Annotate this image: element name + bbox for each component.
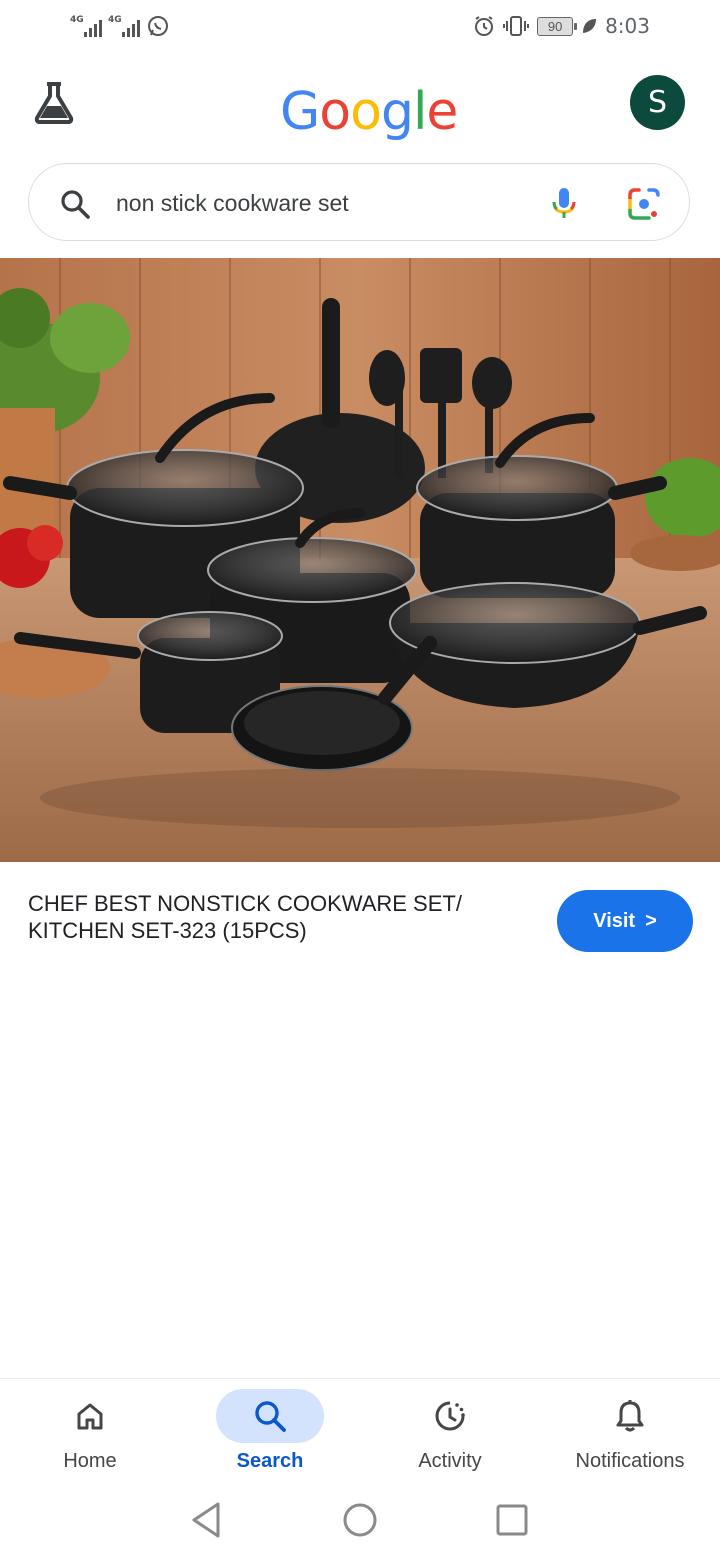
status-right: 90 8:03: [473, 14, 650, 38]
nav-label-search: Search: [236, 1450, 304, 1472]
visit-label: Visit: [593, 909, 636, 932]
product-image[interactable]: [0, 258, 720, 862]
logo-letter-o1: o: [319, 82, 351, 142]
nav-item-activity[interactable]: Activity: [360, 1379, 540, 1491]
search-input[interactable]: non stick cookware set: [116, 190, 349, 217]
signal-icon: 4G: [70, 15, 102, 37]
signal-icon-2: 4G: [108, 15, 140, 37]
search-icon: [255, 1401, 286, 1432]
search-box[interactable]: non stick cookware set: [28, 163, 690, 241]
alarm-icon: [475, 16, 494, 36]
bottom-navigation: Home Search Activity Notifications: [0, 1378, 720, 1491]
logo-letter-g: G: [280, 82, 320, 142]
battery-indicator: 90: [537, 16, 578, 36]
google-logo[interactable]: Google: [280, 82, 458, 142]
nav-label-notifications: Notifications: [575, 1450, 685, 1472]
network-type-1: 4G: [70, 15, 84, 25]
system-navigation-bar: [0, 1490, 720, 1560]
nav-item-search[interactable]: Search: [180, 1379, 360, 1491]
nav-item-home[interactable]: Home: [0, 1379, 180, 1491]
avatar[interactable]: S: [630, 75, 685, 130]
status-left: 4G 4G: [70, 14, 170, 38]
visit-button[interactable]: Visit >: [557, 890, 693, 952]
recents-icon[interactable]: [494, 1500, 530, 1540]
nav-label-activity: Activity: [418, 1450, 482, 1472]
clock: 8:03: [605, 14, 650, 38]
avatar-initial: S: [647, 85, 668, 120]
search-icon: [61, 190, 90, 219]
labs-flask-icon[interactable]: [30, 80, 78, 124]
activity-icon: [435, 1401, 465, 1431]
home-icon: [77, 1403, 103, 1430]
status-bar: 4G 4G 90 8:03: [0, 0, 720, 56]
logo-letter-g2: g: [380, 82, 414, 142]
leaf-icon: [583, 19, 597, 33]
bell-icon: [616, 1400, 644, 1432]
chevron-right-icon: >: [645, 909, 657, 932]
back-icon[interactable]: [188, 1500, 224, 1540]
network-type-2: 4G: [108, 15, 122, 25]
logo-letter-e: e: [426, 82, 458, 142]
vibrate-icon: [503, 16, 530, 36]
home-circle-icon[interactable]: [342, 1500, 378, 1540]
google-lens-icon[interactable]: [627, 187, 661, 221]
logo-letter-o2: o: [350, 82, 382, 142]
mic-icon[interactable]: [549, 186, 579, 222]
whatsapp-icon: [148, 16, 168, 36]
product-title[interactable]: CHEF BEST NONSTICK COOKWARE SET/ KITCHEN…: [28, 890, 508, 944]
nav-label-home: Home: [63, 1450, 117, 1472]
nav-item-notifications[interactable]: Notifications: [540, 1379, 720, 1491]
logo-letter-l: l: [412, 82, 427, 142]
